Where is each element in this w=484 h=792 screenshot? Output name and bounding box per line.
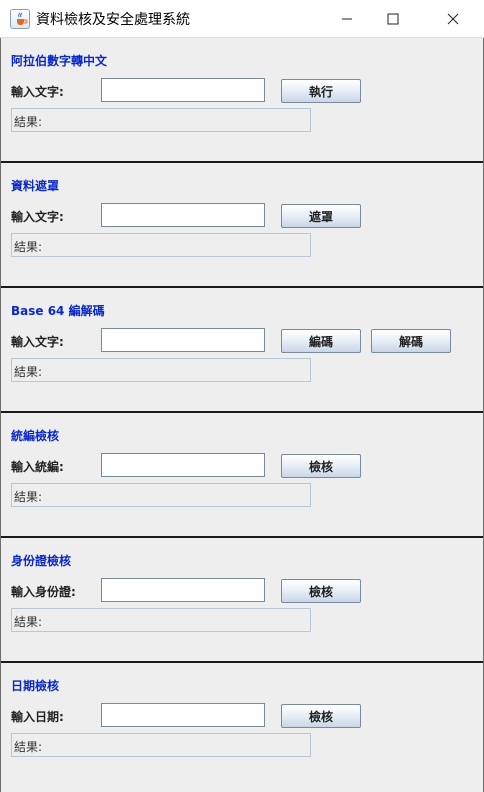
section-title: 身份證檢核 bbox=[11, 554, 72, 568]
date-input[interactable] bbox=[101, 703, 265, 727]
mask-button[interactable]: 遮罩 bbox=[281, 204, 361, 228]
check-id-card-button[interactable]: 檢核 bbox=[281, 579, 361, 603]
check-date-button[interactable]: 檢核 bbox=[281, 704, 361, 728]
input-label: 輸入身份證: bbox=[11, 585, 76, 599]
check-tax-id-button[interactable]: 檢核 bbox=[281, 454, 361, 478]
section-number-to-chinese: 阿拉伯數字轉中文 輸入文字: 執行 結果: bbox=[1, 38, 483, 163]
base64-input[interactable] bbox=[101, 328, 265, 352]
encode-button[interactable]: 編碼 bbox=[281, 329, 361, 353]
result-field: 結果: bbox=[11, 358, 311, 382]
result-field: 結果: bbox=[11, 608, 311, 632]
close-icon bbox=[447, 13, 459, 25]
input-label: 輸入文字: bbox=[11, 335, 64, 349]
window-title: 資料檢核及安全處理系統 bbox=[36, 12, 190, 28]
section-title: 資料遮罩 bbox=[11, 179, 60, 193]
input-label: 輸入日期: bbox=[11, 710, 64, 724]
section-title: Base 64 編解碼 bbox=[11, 304, 105, 318]
tax-id-input[interactable] bbox=[101, 453, 265, 477]
result-field: 結果: bbox=[11, 108, 311, 132]
section-id-card-check: 身份證檢核 輸入身份證: 檢核 結果: bbox=[1, 538, 483, 663]
execute-button[interactable]: 執行 bbox=[281, 79, 361, 103]
main-panel: 阿拉伯數字轉中文 輸入文字: 執行 結果: 資料遮罩 輸入文字: 遮罩 結果: … bbox=[0, 38, 484, 792]
section-title: 阿拉伯數字轉中文 bbox=[11, 54, 108, 68]
section-title: 統編檢核 bbox=[11, 429, 60, 443]
result-field: 結果: bbox=[11, 233, 311, 257]
id-card-input[interactable] bbox=[101, 578, 265, 602]
section-date-check: 日期檢核 輸入日期: 檢核 結果: bbox=[1, 663, 483, 788]
maximize-button[interactable] bbox=[370, 0, 416, 38]
section-base64: Base 64 編解碼 輸入文字: 編碼 解碼 結果: bbox=[1, 288, 483, 413]
result-field: 結果: bbox=[11, 733, 311, 757]
section-title: 日期檢核 bbox=[11, 679, 60, 693]
maximize-icon bbox=[387, 13, 399, 25]
decode-button[interactable]: 解碼 bbox=[371, 329, 451, 353]
minimize-button[interactable] bbox=[324, 0, 370, 38]
minimize-icon bbox=[342, 18, 352, 20]
result-field: 結果: bbox=[11, 483, 311, 507]
section-data-mask: 資料遮罩 輸入文字: 遮罩 結果: bbox=[1, 163, 483, 288]
title-bar: 資料檢核及安全處理系統 bbox=[0, 0, 484, 38]
input-label: 輸入統編: bbox=[11, 460, 64, 474]
java-cup-icon[interactable] bbox=[10, 9, 30, 29]
input-label: 輸入文字: bbox=[11, 210, 64, 224]
close-button[interactable] bbox=[430, 0, 476, 38]
number-input[interactable] bbox=[101, 78, 265, 102]
mask-input[interactable] bbox=[101, 203, 265, 227]
input-label: 輸入文字: bbox=[11, 85, 64, 99]
section-tax-id-check: 統編檢核 輸入統編: 檢核 結果: bbox=[1, 413, 483, 538]
